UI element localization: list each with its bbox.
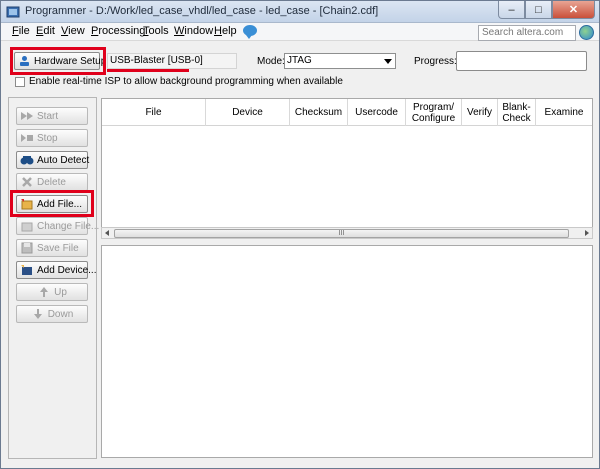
chevron-down-icon — [384, 59, 392, 64]
change-file-button[interactable]: Change File... — [16, 217, 99, 235]
delete-label: Delete — [37, 176, 66, 188]
delete-icon — [20, 176, 34, 188]
start-icon — [20, 110, 34, 122]
start-label: Start — [37, 110, 59, 122]
mode-label: Mode: — [257, 56, 285, 67]
auto-detect-label: Auto Detect — [37, 154, 90, 166]
column-header-usercode[interactable]: Usercode — [348, 99, 406, 126]
start-button[interactable]: Start — [16, 107, 88, 125]
column-header-verify[interactable]: Verify — [462, 99, 498, 126]
menu-help[interactable]: Help — [214, 25, 237, 37]
horizontal-scrollbar[interactable]: III — [101, 227, 593, 239]
search-input[interactable]: Search altera.com — [478, 25, 576, 41]
maximize-button[interactable]: □ — [525, 1, 552, 19]
change-file-label: Change File... — [37, 220, 100, 232]
scroll-thumb[interactable]: III — [114, 229, 569, 238]
column-header-blank-check[interactable]: Blank- Check — [498, 99, 536, 126]
mode-select[interactable]: JTAG — [284, 53, 396, 69]
column-header-program-configure[interactable]: Program/ Configure — [406, 99, 462, 126]
menu-edit[interactable]: Edit — [36, 25, 55, 37]
menu-tools[interactable]: Tools — [143, 25, 169, 37]
progress-label: Progress: — [414, 56, 457, 67]
up-icon — [37, 286, 51, 298]
close-button[interactable]: ✕ — [552, 1, 595, 19]
window-title: Programmer - D:/Work/led_case_vhdl/led_c… — [25, 5, 379, 17]
down-label: Down — [47, 308, 74, 320]
menu-view[interactable]: View — [61, 25, 85, 37]
menu-processing[interactable]: Processing — [91, 25, 145, 37]
column-header-device[interactable]: Device — [206, 99, 290, 126]
add-file-highlight — [10, 190, 94, 217]
column-header-checksum[interactable]: Checksum — [290, 99, 348, 126]
column-header-examine[interactable]: Examine — [536, 99, 592, 126]
down-icon — [31, 308, 45, 320]
menu-file[interactable]: File — [12, 25, 30, 37]
mode-value: JTAG — [287, 55, 312, 66]
down-button[interactable]: Down — [16, 305, 88, 323]
minimize-button[interactable]: – — [498, 1, 525, 19]
grid-header: File Device Checksum Usercode Program/ C… — [102, 99, 592, 126]
hardware-underline — [107, 69, 189, 72]
change-file-icon — [20, 220, 34, 232]
column-header-file[interactable]: File — [102, 99, 206, 126]
add-device-label: Add Device... — [37, 264, 97, 276]
scroll-right-icon[interactable] — [585, 230, 589, 236]
progress-bar — [456, 51, 587, 71]
auto-detect-button[interactable]: Auto Detect — [16, 151, 90, 169]
save-file-button[interactable]: Save File — [16, 239, 88, 257]
up-button[interactable]: Up — [16, 283, 88, 301]
title-bar[interactable]: Programmer - D:/Work/led_case_vhdl/led_c… — [1, 1, 599, 23]
chain-diagram-area[interactable] — [101, 245, 593, 458]
scroll-left-icon[interactable] — [105, 230, 109, 236]
add-device-button[interactable]: Add Device... — [16, 261, 96, 279]
add-device-icon — [20, 264, 34, 276]
stop-icon — [20, 132, 34, 144]
app-icon — [6, 6, 20, 18]
chat-icon[interactable] — [243, 25, 257, 39]
isp-label: Enable real-time ISP to allow background… — [29, 76, 343, 87]
stop-label: Stop — [37, 132, 58, 144]
menu-window[interactable]: Window — [174, 25, 213, 37]
save-file-label: Save File — [37, 242, 79, 254]
globe-icon[interactable] — [579, 25, 594, 40]
programmer-window: Programmer - D:/Work/led_case_vhdl/led_c… — [0, 0, 600, 469]
stop-button[interactable]: Stop — [16, 129, 88, 147]
isp-checkbox[interactable] — [15, 77, 25, 87]
hardware-setup-highlight — [10, 47, 106, 75]
hardware-field: USB-Blaster [USB-0] — [107, 53, 237, 69]
delete-button[interactable]: Delete — [16, 173, 88, 191]
device-grid[interactable]: File Device Checksum Usercode Program/ C… — [101, 98, 593, 239]
save-file-icon — [20, 242, 34, 254]
auto-detect-icon — [20, 154, 34, 166]
up-label: Up — [54, 286, 67, 298]
